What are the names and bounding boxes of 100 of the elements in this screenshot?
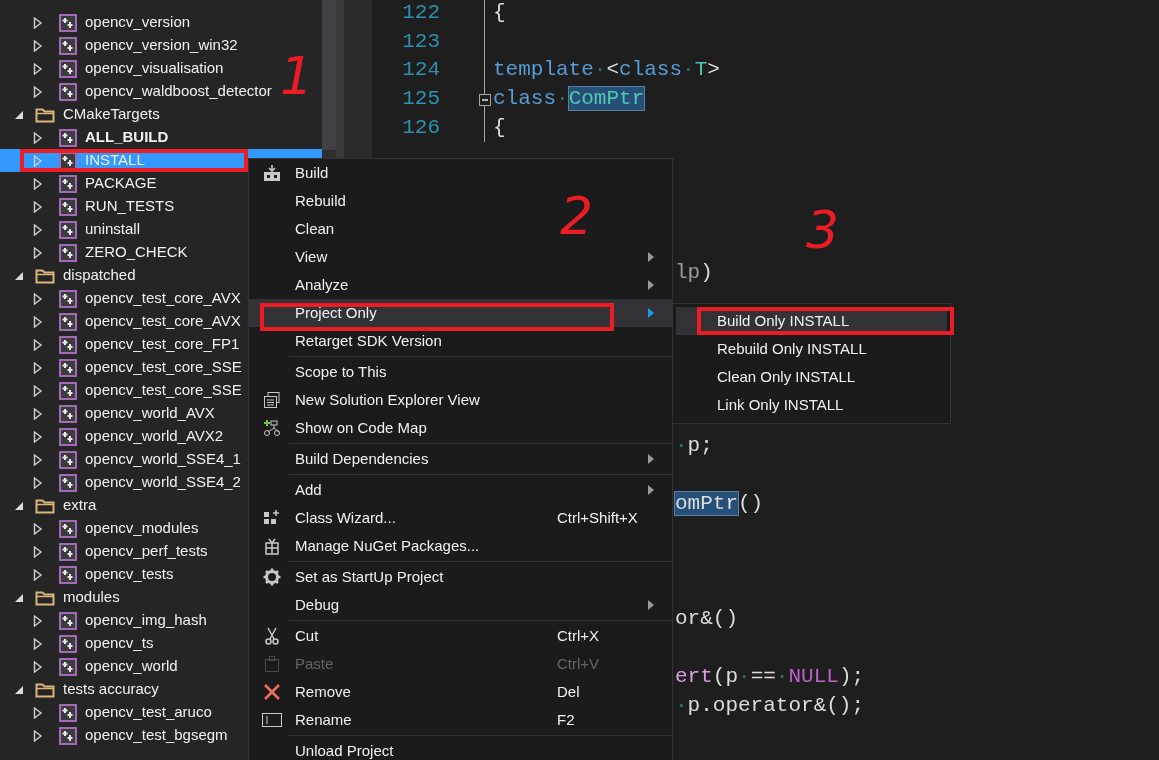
tree-item[interactable]: dispatched bbox=[0, 264, 136, 287]
expand-arrow-icon[interactable] bbox=[33, 85, 43, 98]
menu-item[interactable]: New Solution Explorer View bbox=[249, 386, 484, 414]
tree-item[interactable]: ALL_BUILD bbox=[0, 126, 169, 149]
tree-item[interactable]: opencv_world_AVX bbox=[0, 402, 215, 425]
expand-arrow-icon[interactable] bbox=[33, 522, 43, 535]
expand-arrow-icon[interactable] bbox=[33, 62, 43, 75]
tree-item[interactable]: tests accuracy bbox=[0, 678, 159, 701]
expand-arrow-icon[interactable] bbox=[33, 131, 43, 144]
expand-arrow-icon[interactable] bbox=[33, 39, 43, 52]
tree-item[interactable]: PACKAGE bbox=[0, 172, 157, 195]
code-line: { bbox=[493, 115, 506, 142]
tree-item[interactable]: opencv_modules bbox=[0, 517, 199, 540]
collapse-arrow-icon[interactable] bbox=[14, 270, 24, 281]
tree-item[interactable]: ZERO_CHECK bbox=[0, 241, 188, 264]
scrollbar-thumb[interactable] bbox=[322, 0, 336, 150]
collapse-arrow-icon[interactable] bbox=[14, 500, 24, 511]
folder-icon bbox=[35, 497, 55, 514]
tree-item[interactable]: opencv_world bbox=[0, 655, 178, 678]
menu-item[interactable]: Add bbox=[249, 476, 672, 504]
collapse-icon[interactable] bbox=[479, 93, 491, 106]
menu-item[interactable]: Rebuild bbox=[249, 187, 350, 215]
expand-arrow-icon[interactable] bbox=[33, 338, 43, 351]
rename-icon bbox=[262, 713, 282, 727]
menu-item[interactable]: Rebuild Only INSTALL bbox=[676, 335, 947, 363]
tree-item[interactable]: RUN_TESTS bbox=[0, 195, 175, 218]
line-number: 123 bbox=[401, 28, 440, 55]
expand-arrow-icon[interactable] bbox=[33, 246, 43, 259]
menu-item[interactable]: Scope to This bbox=[249, 358, 391, 386]
tree-item[interactable]: opencv_ts bbox=[0, 632, 154, 655]
tree-item[interactable]: opencv_world_SSE4_2 bbox=[0, 471, 241, 494]
expand-arrow-icon[interactable] bbox=[33, 430, 43, 443]
tree-item[interactable]: opencv_test_core_AVX bbox=[0, 287, 241, 310]
collapse-arrow-icon[interactable] bbox=[14, 684, 24, 695]
tree-item[interactable]: extra bbox=[0, 494, 97, 517]
menu-item[interactable]: Remove Del bbox=[249, 678, 672, 706]
expand-arrow-icon[interactable] bbox=[33, 407, 43, 420]
menu-item[interactable]: Set as StartUp Project bbox=[249, 563, 448, 591]
expand-arrow-icon[interactable] bbox=[33, 16, 43, 29]
expand-arrow-icon[interactable] bbox=[33, 315, 43, 328]
menu-item[interactable]: Clean Only INSTALL bbox=[676, 363, 947, 391]
expand-arrow-icon[interactable] bbox=[33, 568, 43, 581]
expand-arrow-icon[interactable] bbox=[33, 706, 43, 719]
tree-item[interactable]: modules bbox=[0, 586, 120, 609]
expand-arrow-icon[interactable] bbox=[33, 177, 43, 190]
tree-item[interactable]: opencv_test_core_FP1 bbox=[0, 333, 240, 356]
collapse-arrow-icon[interactable] bbox=[14, 592, 24, 603]
project-icon bbox=[59, 312, 77, 331]
tree-item[interactable]: uninstall bbox=[0, 218, 141, 241]
project-icon bbox=[59, 289, 77, 308]
expand-arrow-icon[interactable] bbox=[33, 223, 43, 236]
project-icon bbox=[59, 657, 77, 676]
menu-item[interactable]: Show on Code Map bbox=[249, 414, 431, 442]
gift-icon bbox=[264, 537, 280, 555]
expand-arrow-icon[interactable] bbox=[33, 384, 43, 397]
expand-arrow-icon[interactable] bbox=[33, 637, 43, 650]
expand-arrow-icon[interactable] bbox=[33, 729, 43, 742]
expand-arrow-icon[interactable] bbox=[33, 614, 43, 627]
menu-item[interactable]: Unload Project bbox=[249, 737, 398, 760]
code-line: ·p.operator&(); bbox=[675, 693, 865, 720]
menu-item[interactable]: Retarget SDK Version bbox=[249, 327, 446, 355]
tree-item[interactable]: opencv_test_core_AVX bbox=[0, 310, 241, 333]
tree-item[interactable]: opencv_test_bgsegm bbox=[0, 724, 228, 747]
tree-item[interactable]: opencv_version_win32 bbox=[0, 34, 238, 57]
tree-item[interactable]: opencv_perf_tests bbox=[0, 540, 208, 563]
menu-item[interactable]: Build Dependencies bbox=[249, 445, 672, 473]
tree-item[interactable]: opencv_test_aruco bbox=[0, 701, 212, 724]
tree-item[interactable]: opencv_test_core_SSE bbox=[0, 379, 242, 402]
tree-item[interactable]: CMakeTargets bbox=[0, 103, 160, 126]
menu-item[interactable]: Analyze bbox=[249, 271, 672, 299]
project-icon bbox=[59, 542, 77, 561]
menu-item[interactable]: View bbox=[249, 243, 672, 271]
tree-item[interactable]: opencv_test_core_SSE bbox=[0, 356, 242, 379]
menu-item[interactable]: Rename F2 bbox=[249, 706, 672, 734]
expand-arrow-icon[interactable] bbox=[33, 545, 43, 558]
clipboard-icon bbox=[264, 655, 280, 673]
menu-item[interactable]: Class Wizard... Ctrl+Shift+X bbox=[249, 504, 672, 532]
expand-arrow-icon[interactable] bbox=[33, 476, 43, 489]
tree-item[interactable]: opencv_version bbox=[0, 11, 191, 34]
project-icon bbox=[59, 197, 77, 216]
menu-item[interactable]: Cut Ctrl+X bbox=[249, 622, 672, 650]
menu-item[interactable]: Manage NuGet Packages... bbox=[249, 532, 484, 560]
expand-arrow-icon[interactable] bbox=[33, 660, 43, 673]
project-icon bbox=[59, 59, 77, 78]
tree-item[interactable]: opencv_world_AVX2 bbox=[0, 425, 224, 448]
menu-item[interactable]: Clean bbox=[249, 215, 339, 243]
expand-arrow-icon[interactable] bbox=[33, 200, 43, 213]
expand-arrow-icon[interactable] bbox=[33, 292, 43, 305]
expand-arrow-icon[interactable] bbox=[33, 361, 43, 374]
collapse-arrow-icon[interactable] bbox=[14, 109, 24, 120]
tree-item[interactable]: opencv_waldboost_detector bbox=[0, 80, 272, 103]
menu-item[interactable]: Debug bbox=[249, 591, 672, 619]
tree-item[interactable]: opencv_tests bbox=[0, 563, 174, 586]
menu-item[interactable]: Link Only INSTALL bbox=[676, 391, 947, 419]
expand-arrow-icon[interactable] bbox=[33, 453, 43, 466]
tree-item[interactable]: opencv_img_hash bbox=[0, 609, 207, 632]
project-icon bbox=[59, 82, 77, 101]
build-icon bbox=[262, 164, 282, 182]
tree-item[interactable]: opencv_world_SSE4_1 bbox=[0, 448, 241, 471]
tree-item[interactable]: opencv_visualisation bbox=[0, 57, 224, 80]
